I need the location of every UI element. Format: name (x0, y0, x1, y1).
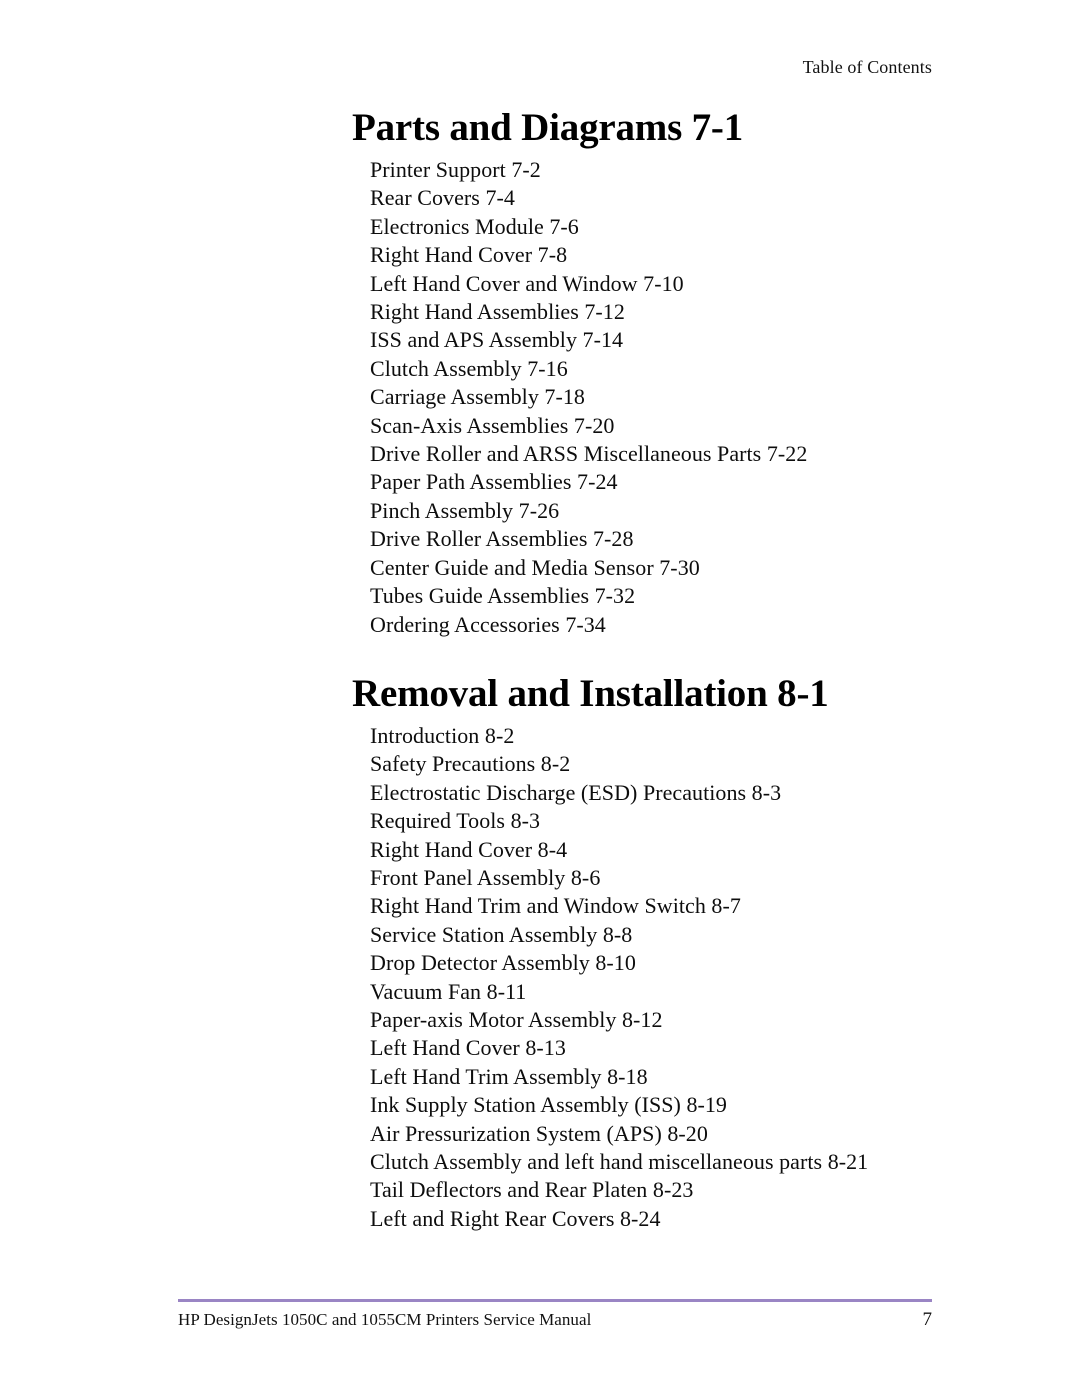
toc-entry[interactable]: Left Hand Cover 8-13 (370, 1034, 952, 1062)
toc-entry[interactable]: Paper Path Assemblies 7-24 (370, 468, 952, 496)
toc-entry[interactable]: Front Panel Assembly 8-6 (370, 864, 952, 892)
toc-entry-list: Introduction 8-2 Safety Precautions 8-2 El… (352, 722, 952, 1233)
toc-entry[interactable]: Introduction 8-2 (370, 722, 952, 750)
toc-section: Parts and Diagrams 7-1 Printer Support 7-… (352, 104, 952, 639)
toc-entry[interactable]: Tubes Guide Assemblies 7-32 (370, 582, 952, 610)
document-page: Table of Contents Parts and Diagrams 7-1… (0, 0, 1080, 1397)
toc-entry[interactable]: Paper-axis Motor Assembly 8-12 (370, 1006, 952, 1034)
toc-entry[interactable]: Required Tools 8-3 (370, 807, 952, 835)
toc-entry[interactable]: ISS and APS Assembly 7-14 (370, 326, 952, 354)
toc-entry[interactable]: Right Hand Assemblies 7-12 (370, 298, 952, 326)
toc-entry[interactable]: Electronics Module 7-6 (370, 213, 952, 241)
toc-section-heading[interactable]: Removal and Installation 8-1 (352, 670, 952, 718)
toc-entry[interactable]: Clutch Assembly and left hand miscellane… (370, 1148, 952, 1176)
toc-entry[interactable]: Ordering Accessories 7-34 (370, 611, 952, 639)
toc-entry[interactable]: Right Hand Trim and Window Switch 8-7 (370, 892, 952, 920)
toc-entry[interactable]: Rear Covers 7-4 (370, 184, 952, 212)
toc-entry[interactable]: Printer Support 7-2 (370, 156, 952, 184)
toc-entry[interactable]: Drive Roller Assemblies 7-28 (370, 525, 952, 553)
toc-entry[interactable]: Vacuum Fan 8-11 (370, 978, 952, 1006)
footer-divider (178, 1299, 932, 1302)
toc-section: Removal and Installation 8-1 Introduction… (352, 670, 952, 1233)
toc-entry[interactable]: Drop Detector Assembly 8-10 (370, 949, 952, 977)
toc-section-heading[interactable]: Parts and Diagrams 7-1 (352, 104, 952, 152)
running-header: Table of Contents (802, 57, 932, 77)
toc-entry[interactable]: Air Pressurization System (APS) 8-20 (370, 1120, 952, 1148)
page-footer: HP DesignJets 1050C and 1055CM Printers … (178, 1308, 932, 1332)
toc-entry[interactable]: Safety Precautions 8-2 (370, 750, 952, 778)
toc-entry[interactable]: Pinch Assembly 7-26 (370, 497, 952, 525)
toc-entry[interactable]: Ink Supply Station Assembly (ISS) 8-19 (370, 1091, 952, 1119)
toc-entry[interactable]: Clutch Assembly 7-16 (370, 355, 952, 383)
toc-entry[interactable]: Left and Right Rear Covers 8-24 (370, 1205, 952, 1233)
footer-page-number: 7 (922, 1309, 933, 1330)
footer-manual-title: HP DesignJets 1050C and 1055CM Printers … (178, 1310, 592, 1329)
table-of-contents: Parts and Diagrams 7-1 Printer Support 7-… (352, 104, 952, 1233)
toc-entry[interactable]: Tail Deflectors and Rear Platen 8-23 (370, 1176, 952, 1204)
toc-entry[interactable]: Service Station Assembly 8-8 (370, 921, 952, 949)
toc-entry[interactable]: Carriage Assembly 7-18 (370, 383, 952, 411)
toc-entry[interactable]: Left Hand Cover and Window 7-10 (370, 270, 952, 298)
toc-entry[interactable]: Left Hand Trim Assembly 8-18 (370, 1063, 952, 1091)
toc-entry[interactable]: Scan-Axis Assemblies 7-20 (370, 412, 952, 440)
toc-entry[interactable]: Drive Roller and ARSS Miscellaneous Part… (370, 440, 952, 468)
toc-entry[interactable]: Electrostatic Discharge (ESD) Precaution… (370, 779, 952, 807)
toc-entry-list: Printer Support 7-2 Rear Covers 7-4 Electr… (352, 156, 952, 639)
toc-entry[interactable]: Center Guide and Media Sensor 7-30 (370, 554, 952, 582)
toc-entry[interactable]: Right Hand Cover 7-8 (370, 241, 952, 269)
toc-entry[interactable]: Right Hand Cover 8-4 (370, 836, 952, 864)
